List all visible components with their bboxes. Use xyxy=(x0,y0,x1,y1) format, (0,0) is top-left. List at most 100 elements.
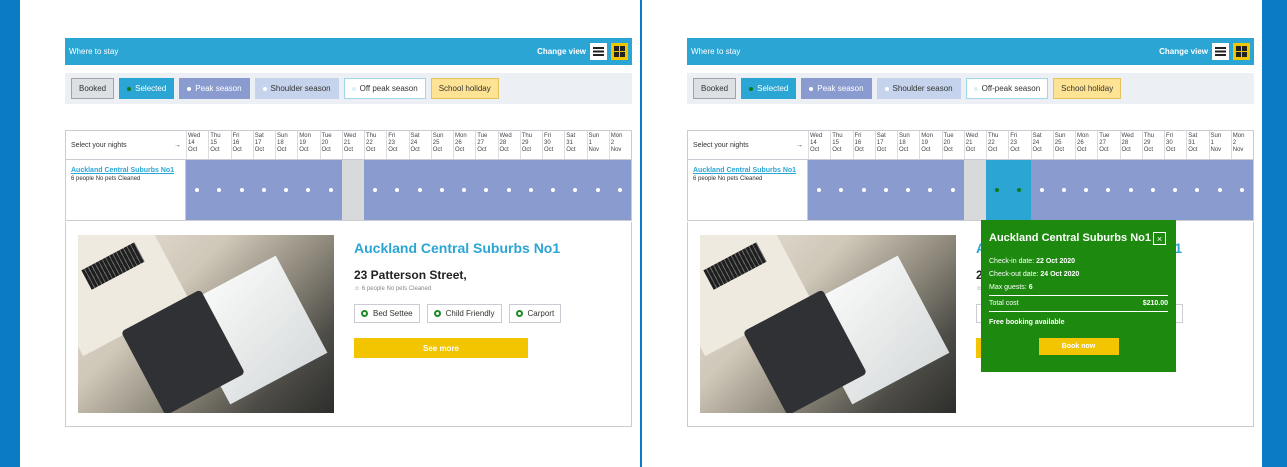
dot-icon xyxy=(373,188,378,192)
day-dow: Fri xyxy=(388,133,396,139)
property-photo xyxy=(78,235,334,413)
night-cell[interactable] xyxy=(853,160,875,220)
night-cell[interactable] xyxy=(186,160,208,220)
night-cell[interactable] xyxy=(498,160,520,220)
day-dow: Fri xyxy=(544,133,551,139)
day-day: 2 xyxy=(610,140,615,146)
dot-icon xyxy=(906,188,911,192)
night-cell[interactable] xyxy=(587,160,609,220)
night-cell[interactable] xyxy=(942,160,964,220)
dot-icon xyxy=(839,188,844,192)
day-mon: Oct xyxy=(854,147,864,153)
day-dow: Mon xyxy=(921,133,933,139)
day-mon: Oct xyxy=(1032,147,1042,153)
day-column-header: Thu 22 Oct xyxy=(364,131,386,159)
night-cell[interactable] xyxy=(1186,160,1208,220)
night-cell[interactable] xyxy=(830,160,852,220)
night-cell[interactable] xyxy=(808,160,830,220)
list-view-button[interactable] xyxy=(1212,43,1229,60)
night-cell[interactable] xyxy=(1031,160,1053,220)
property-title: Auckland Central Suburbs No1 xyxy=(354,240,561,256)
day-column-header: Thu 15 Oct xyxy=(830,131,852,159)
day-column-header: Thu 29 Oct xyxy=(519,131,542,159)
night-cell[interactable] xyxy=(409,160,431,220)
grid-view-button[interactable] xyxy=(1233,43,1250,60)
night-cell[interactable] xyxy=(231,160,253,220)
night-cell[interactable] xyxy=(386,160,408,220)
night-cell[interactable] xyxy=(520,160,542,220)
legend-peak: Peak season xyxy=(179,78,250,99)
night-cell[interactable] xyxy=(1142,160,1164,220)
night-cell[interactable] xyxy=(431,160,453,220)
night-cell[interactable] xyxy=(275,160,297,220)
day-column-header: Thu 15 Oct xyxy=(208,131,230,159)
night-cell[interactable] xyxy=(453,160,475,220)
day-column-header: Tue 27 Oct xyxy=(475,131,497,159)
night-cell[interactable] xyxy=(475,160,497,220)
book-now-button[interactable]: Book now xyxy=(1038,338,1119,355)
day-dow: Fri xyxy=(232,133,240,139)
free-booking-note: Free booking available xyxy=(989,319,1065,326)
day-day: 31 xyxy=(566,140,573,146)
night-cells xyxy=(808,160,1253,220)
list-icon xyxy=(593,47,604,56)
grid-view-button[interactable] xyxy=(611,43,628,60)
night-cell[interactable] xyxy=(320,160,342,220)
night-cell[interactable] xyxy=(253,160,275,220)
night-cell[interactable] xyxy=(364,160,386,220)
night-cell[interactable] xyxy=(897,160,919,220)
night-cell[interactable] xyxy=(1164,160,1186,220)
day-day: 29 xyxy=(521,140,529,146)
day-mon: Oct xyxy=(899,147,909,153)
night-cell[interactable] xyxy=(564,160,586,220)
night-cell[interactable] xyxy=(609,160,631,220)
day-dow: Thu xyxy=(1143,133,1155,139)
property-link[interactable]: Auckland Central Suburbs No1 xyxy=(71,166,180,175)
property-cell: Auckland Central Suburbs No1 6 people No… xyxy=(688,160,808,220)
night-cell[interactable] xyxy=(542,160,564,220)
day-mon: Oct xyxy=(299,147,309,153)
night-cell[interactable] xyxy=(875,160,897,220)
day-columns: Wed 14 Oct Thu 15 Oct Fri 16 Oct Sat 17 Oct Sun 18 Oct… xyxy=(186,131,631,159)
dot-icon xyxy=(528,188,533,192)
day-day: 30 xyxy=(1166,140,1173,146)
night-cell[interactable] xyxy=(1120,160,1142,220)
day-column-header: Sat 17 Oct xyxy=(252,131,275,159)
dot-icon xyxy=(261,188,266,192)
night-cells xyxy=(186,160,631,220)
night-cell[interactable] xyxy=(208,160,230,220)
list-view-button[interactable] xyxy=(590,43,607,60)
property-link[interactable]: Auckland Central Suburbs No1 xyxy=(693,166,802,175)
night-cell-selected[interactable] xyxy=(986,160,1009,220)
day-dow: Mon xyxy=(1077,133,1089,139)
night-cell-selected[interactable] xyxy=(1008,160,1031,220)
feature-bed-settee: Bed Settee xyxy=(354,304,420,323)
night-cell[interactable] xyxy=(297,160,319,220)
total-label: Total cost xyxy=(989,300,1019,307)
day-day: 14 xyxy=(188,140,195,146)
day-column-header: Mon 26 Oct xyxy=(453,131,475,159)
close-icon[interactable]: × xyxy=(1153,232,1166,245)
night-cell-booked xyxy=(341,160,364,220)
day-day: 19 xyxy=(921,140,928,146)
night-cell[interactable] xyxy=(919,160,941,220)
night-cell[interactable] xyxy=(1231,160,1253,220)
day-column-header: Tue 20 Oct xyxy=(941,131,964,159)
night-cell[interactable] xyxy=(1097,160,1119,220)
night-cell[interactable] xyxy=(1209,160,1231,220)
property-meta: 6 people No pets Cleaned xyxy=(693,176,763,182)
day-dow: Tue xyxy=(321,133,332,139)
dot-icon xyxy=(617,188,622,192)
feature-child-friendly: Child Friendly xyxy=(426,304,502,323)
see-more-button[interactable]: See more xyxy=(354,338,528,358)
day-day: 27 xyxy=(477,140,484,146)
night-cell[interactable] xyxy=(1053,160,1075,220)
day-day: 15 xyxy=(210,140,217,146)
dot-icon xyxy=(127,86,132,91)
day-mon: Oct xyxy=(455,147,465,153)
night-cell[interactable] xyxy=(1075,160,1097,220)
legend-peak: Peak season xyxy=(801,78,872,99)
day-column-header: Wed 28 Oct xyxy=(497,131,520,159)
dot-icon xyxy=(1061,188,1066,192)
arrow-right-icon: → xyxy=(174,141,181,149)
